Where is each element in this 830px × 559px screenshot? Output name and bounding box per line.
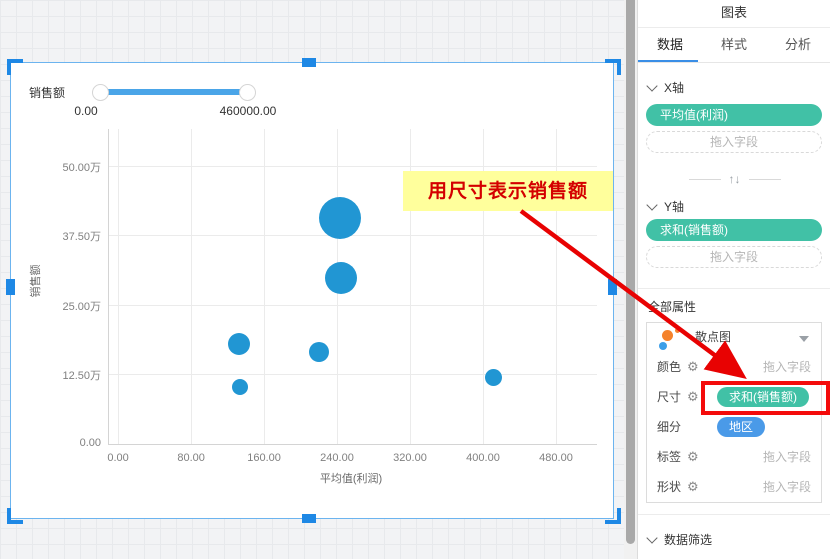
y-axis-section-header[interactable]: Y轴 [648,198,684,215]
y-tick-label: 37.50万 [45,228,101,244]
tab-style[interactable]: 样式 [702,28,766,62]
divider [638,288,830,289]
selection-handle-bottom[interactable] [302,514,316,523]
x-axis-section-label: X轴 [664,79,684,96]
selection-handle-right[interactable] [608,279,617,295]
annotation-highlight-rect [701,381,830,415]
canvas-scrollbar[interactable] [624,0,637,559]
size-range-handle-max[interactable] [239,84,256,101]
chart-widget[interactable]: 销售额 0.00 460000.00 0.00 80.00 160.00 240.00… [10,62,614,519]
panel-title: 图表 [638,0,830,28]
tab-analysis[interactable]: 分析 [766,28,830,62]
data-point-bubble[interactable] [232,379,248,395]
y-axis-field-pill[interactable]: 求和(销售额) [646,219,822,241]
y-tick-label: 0.00 [45,437,101,449]
property-drop-zone[interactable]: 拖入字段 [763,352,811,382]
horizontal-gridline [109,305,597,306]
tab-data[interactable]: 数据 [638,28,702,62]
horizontal-gridline [109,374,597,375]
size-range-handle-min[interactable] [92,84,109,101]
x-tick-label: 80.00 [177,452,205,464]
x-axis-section-header[interactable]: X轴 [648,79,684,96]
selection-handle-bottom-right[interactable] [605,508,621,524]
gear-icon[interactable]: ⚙ [687,472,699,502]
size-legend-label: 销售额 [29,84,65,101]
y-axis-section-label: Y轴 [664,198,684,215]
data-point-bubble[interactable] [319,197,361,239]
size-range-max-value: 460000.00 [211,104,285,118]
chevron-down-icon [646,199,657,210]
gear-icon[interactable]: ⚙ [687,442,699,472]
property-label: 形状 [657,472,681,502]
horizontal-gridline [109,166,597,167]
x-axis-drop-zone[interactable]: 拖入字段 [646,131,822,153]
y-axis-drop-zone[interactable]: 拖入字段 [646,246,822,268]
property-field-pill[interactable]: 地区 [717,417,765,437]
x-tick-label: 480.00 [539,452,573,464]
chart-settings-panel: 图表 数据 样式 分析 X轴 平均值(利润) 拖入字段 ↑↓ Y轴 求和(销售额… [637,0,830,559]
data-point-bubble[interactable] [309,342,329,362]
annotation-callout: 用尺寸表示销售额 [403,171,613,211]
size-range-min-value: 0.00 [66,104,106,118]
property-drop-zone[interactable]: 拖入字段 [763,442,811,472]
selection-handle-bottom-left[interactable] [7,508,23,524]
property-row-细分: 细分 地区 [647,412,821,442]
selection-handle-top[interactable] [302,58,316,67]
y-axis-title: 销售额 [27,241,43,321]
swap-axes-divider[interactable]: ↑↓ [638,170,830,188]
vertical-gridline [264,129,265,444]
gear-icon[interactable]: ⚙ [687,382,699,412]
data-point-bubble[interactable] [325,262,357,294]
chevron-down-icon [646,80,657,91]
canvas-scrollbar-thumb[interactable] [626,0,635,544]
gear-icon[interactable]: ⚙ [687,352,699,382]
swap-axes-icon: ↑↓ [729,172,741,186]
data-point-bubble[interactable] [228,333,250,355]
panel-tabs: 数据 样式 分析 [638,28,830,63]
x-axis-title: 平均值(利润) [211,470,491,486]
chart-type-value: 散点图 [695,323,731,352]
vertical-gridline [118,129,119,444]
data-point-bubble[interactable] [485,369,502,386]
scatter-chart-icon [659,327,683,351]
all-properties-label: 全部属性 [648,298,696,315]
chart-type-dropdown[interactable]: 散点图 [646,322,822,353]
y-tick-label: 50.00万 [45,159,101,175]
selection-handle-top-right[interactable] [605,59,621,75]
y-tick-label: 25.00万 [45,298,101,314]
active-tab-underline [638,60,698,62]
property-label: 标签 [657,442,681,472]
x-tick-label: 240.00 [320,452,354,464]
property-label: 颜色 [657,352,681,382]
data-filter-label: 数据筛选 [664,531,712,548]
property-label: 尺寸 [657,382,681,412]
property-row-标签: 标签⚙ 拖入字段 [647,442,821,472]
chevron-down-icon [646,532,657,543]
x-tick-label: 400.00 [466,452,500,464]
x-tick-label: 320.00 [393,452,427,464]
x-axis-field-pill[interactable]: 平均值(利润) [646,104,822,126]
property-row-颜色: 颜色⚙ 拖入字段 [647,352,821,382]
y-tick-label: 12.50万 [45,367,101,383]
x-tick-label: 160.00 [247,452,281,464]
property-row-形状: 形状⚙ 拖入字段 [647,472,821,502]
size-range-track[interactable] [100,89,247,95]
divider [638,514,830,515]
x-tick-label: 0.00 [107,452,128,464]
property-drop-zone[interactable]: 拖入字段 [763,472,811,502]
property-rows: 颜色⚙拖入字段尺寸⚙求和(销售额)细分地区标签⚙拖入字段形状⚙拖入字段 [646,352,822,503]
horizontal-gridline [109,235,597,236]
selection-handle-left[interactable] [6,279,15,295]
chevron-down-icon [799,336,809,342]
selection-handle-top-left[interactable] [7,59,23,75]
property-label: 细分 [657,412,681,442]
data-filter-section-header[interactable]: 数据筛选 [648,531,712,548]
vertical-gridline [191,129,192,444]
dashboard-canvas[interactable]: 销售额 0.00 460000.00 0.00 80.00 160.00 240.00… [0,0,624,559]
